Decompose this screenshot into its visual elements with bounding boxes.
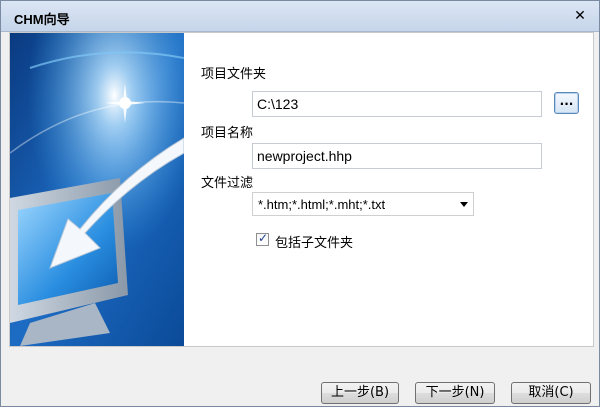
include-subfolders-checkbox[interactable]: ✓ <box>256 231 269 246</box>
wizard-window: CHM向导 ✕ 项目文件夹 C:\123 ... 项目名称 newproject… <box>0 0 600 407</box>
browse-button[interactable]: ... <box>554 92 579 114</box>
file-filter-label: 文件过滤 <box>201 176 254 191</box>
close-icon[interactable]: ✕ <box>571 7 589 25</box>
project-name-field[interactable]: newproject.hhp <box>252 143 542 169</box>
monitor-arrow-illustration <box>10 33 184 346</box>
cancel-button[interactable]: 取消(C) <box>511 382 591 404</box>
next-button[interactable]: 下一步(N) <box>415 382 495 404</box>
include-subfolders-label[interactable]: 包括子文件夹 <box>275 232 353 251</box>
project-folder-field[interactable]: C:\123 <box>252 91 542 117</box>
project-folder-label: 项目文件夹 <box>201 67 267 82</box>
dropdown-arrow-icon[interactable] <box>460 202 468 207</box>
wizard-content: 项目文件夹 C:\123 ... 项目名称 newproject.hhp 文件过… <box>9 32 594 347</box>
window-title: CHM向导 <box>14 12 70 27</box>
check-icon: ✓ <box>258 231 269 245</box>
wizard-side-image <box>10 33 184 346</box>
title-bar: CHM向导 ✕ <box>1 1 599 32</box>
project-name-label: 项目名称 <box>201 126 254 141</box>
file-filter-select[interactable]: *.htm;*.html;*.mht;*.txt <box>252 192 474 216</box>
file-filter-value: *.htm;*.html;*.mht;*.txt <box>258 197 386 212</box>
back-button[interactable]: 上一步(B) <box>321 382 399 404</box>
